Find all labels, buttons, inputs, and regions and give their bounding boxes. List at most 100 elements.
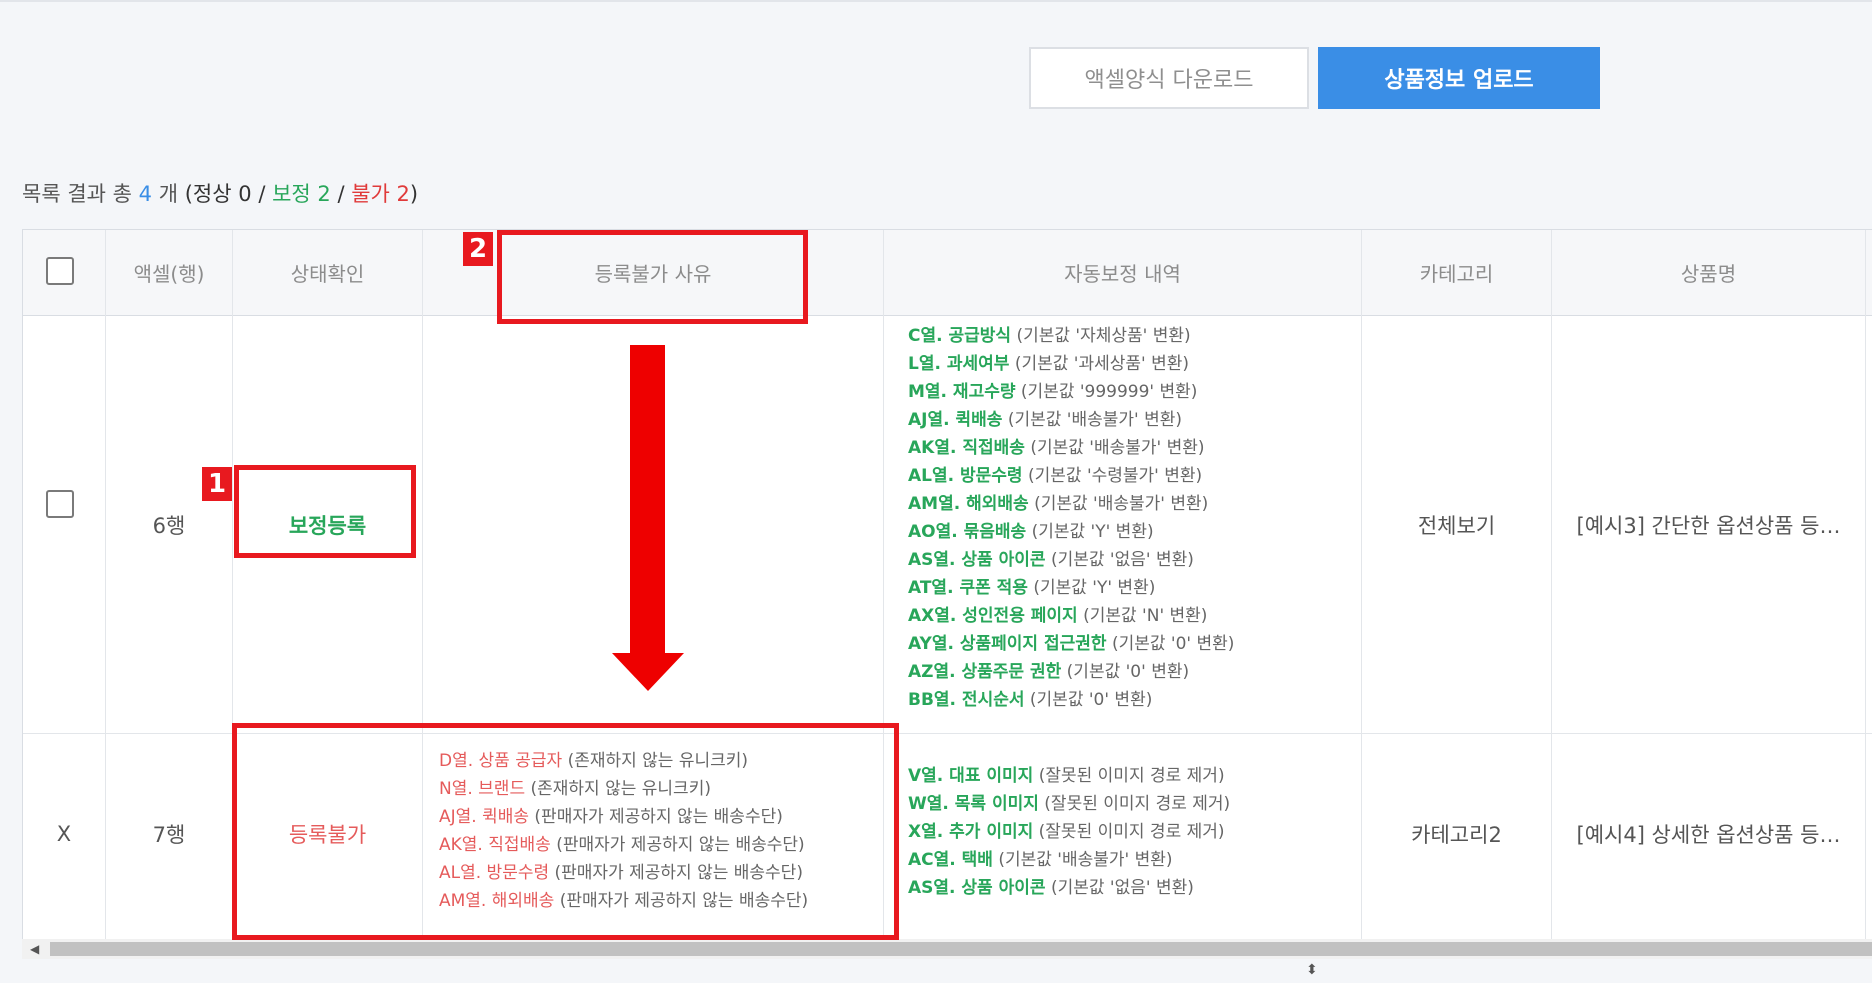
summary-sep: /	[258, 182, 266, 206]
summary-rejected-count: 불가 2	[351, 182, 410, 206]
fix-column: AY열. 상품페이지 접근권한	[908, 634, 1107, 654]
summary-corrected-count: 보정 2	[272, 182, 331, 206]
fix-description: (기본값 '0' 변환)	[1029, 690, 1153, 710]
summary-open: (정상	[184, 182, 232, 206]
annotation-box-rejected-row	[232, 723, 899, 940]
fix-description: (잘못된 이미지 경로 제거)	[1038, 822, 1225, 842]
resize-handle-icon[interactable]: ⬍	[1306, 962, 1318, 978]
fix-description: (기본값 '0' 변환)	[1066, 662, 1190, 682]
product-info-upload-button[interactable]: 상품정보 업로드	[1318, 47, 1600, 109]
fix-description: (기본값 '배송불가' 변환)	[1007, 410, 1183, 430]
fix-column: L열. 과세여부	[908, 354, 1010, 374]
fix-description: (기본값 '0' 변환)	[1111, 634, 1235, 654]
row-product-name[interactable]: [예시4] 상세한 옵션상품 등…	[1552, 734, 1865, 934]
list-item: AK열. 직접배송 (기본값 '배송불가' 변환)	[908, 434, 1234, 462]
list-item: AY열. 상품페이지 접근권한 (기본값 '0' 변환)	[908, 630, 1234, 658]
column-header-excel-row[interactable]: 액셀(행)	[106, 230, 232, 315]
column-header-product-name[interactable]: 상품명	[1552, 230, 1865, 315]
fix-description: (기본값 '없음' 변환)	[1050, 878, 1194, 898]
fix-column: V열. 대표 이미지	[908, 766, 1034, 786]
fix-column: AZ열. 상품주문 권한	[908, 662, 1062, 682]
scroll-left-arrow-icon[interactable]: ◀	[30, 942, 39, 956]
summary-close: )	[409, 182, 419, 206]
fix-description: (기본값 '배송불가' 변환)	[998, 850, 1173, 870]
fix-column: M열. 재고수량	[908, 382, 1016, 402]
list-item: M열. 재고수량 (기본값 '999999' 변환)	[908, 378, 1234, 406]
fix-description: (기본값 '999999' 변환)	[1020, 382, 1198, 402]
fix-description: (기본값 '과세상품' 변환)	[1014, 354, 1190, 374]
horizontal-scrollbar[interactable]: ◀	[22, 939, 1872, 959]
row-reject-marker: X	[56, 822, 72, 846]
fix-description: (기본값 'Y' 변환)	[1031, 522, 1154, 542]
fix-column: AS열. 상품 아이콘	[908, 550, 1046, 570]
row-excel-row: 6행	[152, 513, 186, 538]
excel-template-download-button[interactable]: 액셀양식 다운로드	[1029, 47, 1309, 109]
summary-total: 4	[138, 182, 153, 206]
fix-description: (잘못된 이미지 경로 제거)	[1038, 766, 1225, 786]
column-header-auto-fix[interactable]: 자동보정 내역	[884, 230, 1361, 315]
column-header-category[interactable]: 카테고리	[1362, 230, 1551, 315]
summary-unit: 개	[158, 182, 179, 206]
fix-description: (잘못된 이미지 경로 제거)	[1044, 794, 1231, 814]
fix-column: AX열. 성인전용 페이지	[908, 606, 1078, 626]
row-category: 카테고리2	[1411, 823, 1502, 847]
fix-column: AM열. 해외배송	[908, 494, 1029, 514]
annotation-box-status	[234, 465, 416, 558]
list-item: AS열. 상품 아이콘 (기본값 '없음' 변환)	[908, 874, 1230, 902]
fix-column: AO열. 묶음배송	[908, 522, 1027, 542]
fix-column: AK열. 직접배송	[908, 438, 1025, 458]
row-category: 전체보기	[1417, 513, 1496, 538]
select-all-checkbox[interactable]	[46, 257, 74, 285]
scrollbar-thumb[interactable]	[50, 942, 1872, 956]
fix-column: BB열. 전시순서	[908, 690, 1025, 710]
fix-column: AC열. 택배	[908, 850, 993, 870]
fix-description: (기본값 'N' 변환)	[1083, 606, 1208, 626]
list-item: AC열. 택배 (기본값 '배송불가' 변환)	[908, 846, 1230, 874]
summary-prefix: 목록 결과 총	[22, 182, 132, 206]
fix-column: AL열. 방문수령	[908, 466, 1023, 486]
row-checkbox[interactable]	[46, 490, 74, 518]
table-header: 액셀(행) 상태확인 등록불가 사유 자동보정 내역 카테고리 상품명	[23, 230, 1872, 316]
fix-description: (기본값 'Y' 변환)	[1033, 578, 1156, 598]
annotation-badge-2: 2	[463, 232, 493, 266]
list-item: V열. 대표 이미지 (잘못된 이미지 경로 제거)	[908, 762, 1230, 790]
summary-normal-count: 0	[238, 182, 252, 206]
column-header-status[interactable]: 상태확인	[233, 230, 422, 315]
list-item: AZ열. 상품주문 권한 (기본값 '0' 변환)	[908, 658, 1234, 686]
summary-sep: /	[337, 182, 345, 206]
row-auto-fix-list: C열. 공급방식 (기본값 '자체상품' 변환) L열. 과세여부 (기본값 '…	[908, 322, 1234, 714]
fix-description: (기본값 '배송불가' 변환)	[1034, 494, 1209, 514]
row-auto-fix-list: V열. 대표 이미지 (잘못된 이미지 경로 제거) W열. 목록 이미지 (잘…	[908, 762, 1230, 902]
list-item: AL열. 방문수령 (기본값 '수령불가' 변환)	[908, 462, 1234, 490]
annotation-arrow-shaft	[630, 345, 665, 655]
result-summary: 목록 결과 총 4 개 (정상 0 / 보정 2 / 불가 2)	[22, 178, 418, 208]
fix-column: AJ열. 퀵배송	[908, 410, 1003, 430]
list-item: AM열. 해외배송 (기본값 '배송불가' 변환)	[908, 490, 1234, 518]
fix-description: (기본값 '자체상품' 변환)	[1016, 326, 1191, 346]
row-excel-row: 7행	[152, 823, 186, 847]
fix-column: W열. 목록 이미지	[908, 794, 1039, 814]
list-item: W열. 목록 이미지 (잘못된 이미지 경로 제거)	[908, 790, 1230, 818]
fix-description: (기본값 '배송불가' 변환)	[1030, 438, 1205, 458]
list-item: BB열. 전시순서 (기본값 '0' 변환)	[908, 686, 1234, 714]
list-item: AJ열. 퀵배송 (기본값 '배송불가' 변환)	[908, 406, 1234, 434]
top-divider	[0, 0, 1872, 2]
fix-column: AT열. 쿠폰 적용	[908, 578, 1028, 598]
fix-column: X열. 추가 이미지	[908, 822, 1034, 842]
fix-column: C열. 공급방식	[908, 326, 1012, 346]
fix-description: (기본값 '수령불가' 변환)	[1027, 466, 1203, 486]
annotation-box-reject-header	[497, 230, 808, 324]
annotation-arrow-down-icon	[612, 653, 684, 691]
annotation-badge-1: 1	[202, 467, 232, 501]
column-divider	[1865, 230, 1866, 940]
list-item: AO열. 묶음배송 (기본값 'Y' 변환)	[908, 518, 1234, 546]
fix-column: AS열. 상품 아이콘	[908, 878, 1046, 898]
list-item: C열. 공급방식 (기본값 '자체상품' 변환)	[908, 322, 1234, 350]
fix-description: (기본값 '없음' 변환)	[1050, 550, 1194, 570]
list-item: L열. 과세여부 (기본값 '과세상품' 변환)	[908, 350, 1234, 378]
row-product-name[interactable]: [예시3] 간단한 옵션상품 등…	[1552, 316, 1865, 733]
list-item: AT열. 쿠폰 적용 (기본값 'Y' 변환)	[908, 574, 1234, 602]
list-item: AX열. 성인전용 페이지 (기본값 'N' 변환)	[908, 602, 1234, 630]
list-item: X열. 추가 이미지 (잘못된 이미지 경로 제거)	[908, 818, 1230, 846]
list-item: AS열. 상품 아이콘 (기본값 '없음' 변환)	[908, 546, 1234, 574]
